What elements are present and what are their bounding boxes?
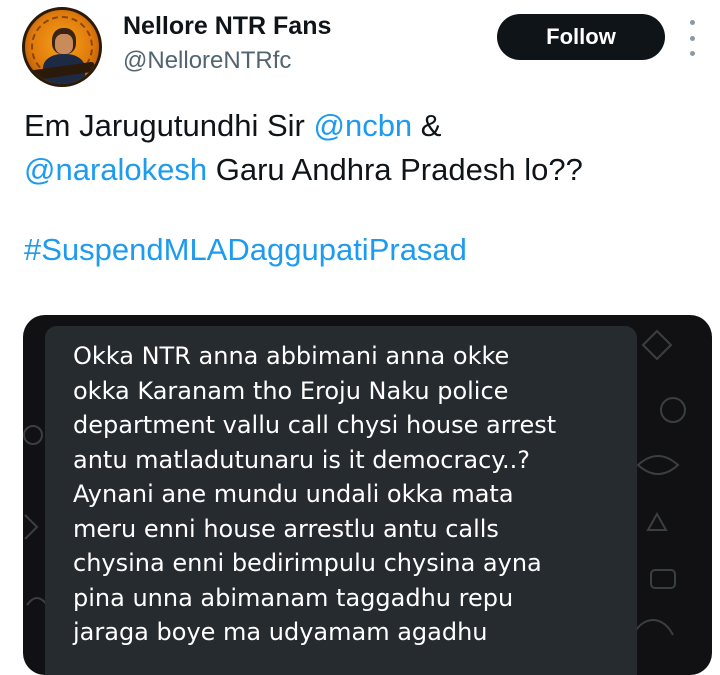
more-dot xyxy=(689,35,695,41)
message-line: okka Karanam tho Eroju Naku police xyxy=(73,376,509,405)
message-line: Okka NTR anna abbimani anna okke xyxy=(73,342,510,370)
chat-message-text: Okka NTR anna abbimani anna okke okka Ka… xyxy=(73,339,633,650)
tweet-text-segment: Em Jarugutundhi Sir xyxy=(24,108,314,143)
follow-button[interactable]: Follow xyxy=(497,14,665,60)
more-options-icon[interactable] xyxy=(687,20,697,56)
author-display-name[interactable]: Nellore NTR Fans xyxy=(123,12,331,41)
author-handle[interactable]: @NelloreNTRfc xyxy=(123,47,291,75)
tweet-text: Em Jarugutundhi Sir @ncbn & @naralokesh … xyxy=(24,104,704,272)
profile-avatar-icon[interactable] xyxy=(22,7,102,87)
message-line: meru enni house arrestlu antu calls xyxy=(73,514,499,543)
more-dot xyxy=(689,20,695,25)
tweet-text-segment: & xyxy=(412,108,442,143)
tweet-line-2: @naralokesh Garu Andhra Pradesh lo?? xyxy=(24,148,704,192)
message-line: pina unna abimanam taggadhu repu xyxy=(73,583,514,612)
message-line: Aynani ane mundu undali okka mata xyxy=(73,480,514,508)
more-dot xyxy=(689,51,695,56)
tweet-media-image[interactable]: Okka NTR anna abbimani anna okke okka Ka… xyxy=(23,315,712,675)
message-line: department vallu call chysi house arrest xyxy=(73,411,557,439)
mention-naralokesh[interactable]: @naralokesh xyxy=(24,152,207,187)
avatar-face xyxy=(55,34,73,54)
mention-ncbn[interactable]: @ncbn xyxy=(313,108,412,143)
message-line: antu matladutunaru is it democracy..? xyxy=(73,445,531,474)
message-line: jaraga boye ma udyamam agadhu xyxy=(73,618,488,646)
hashtag-link[interactable]: #SuspendMLADaggupatiPrasad xyxy=(24,232,467,267)
tweet-line-3: #SuspendMLADaggupatiPrasad xyxy=(24,228,704,272)
tweet-line-1: Em Jarugutundhi Sir @ncbn & xyxy=(24,104,704,148)
tweet-text-segment: Garu Andhra Pradesh lo?? xyxy=(207,152,583,187)
message-line: chysina enni bedirimpulu chysina ayna xyxy=(73,549,542,577)
